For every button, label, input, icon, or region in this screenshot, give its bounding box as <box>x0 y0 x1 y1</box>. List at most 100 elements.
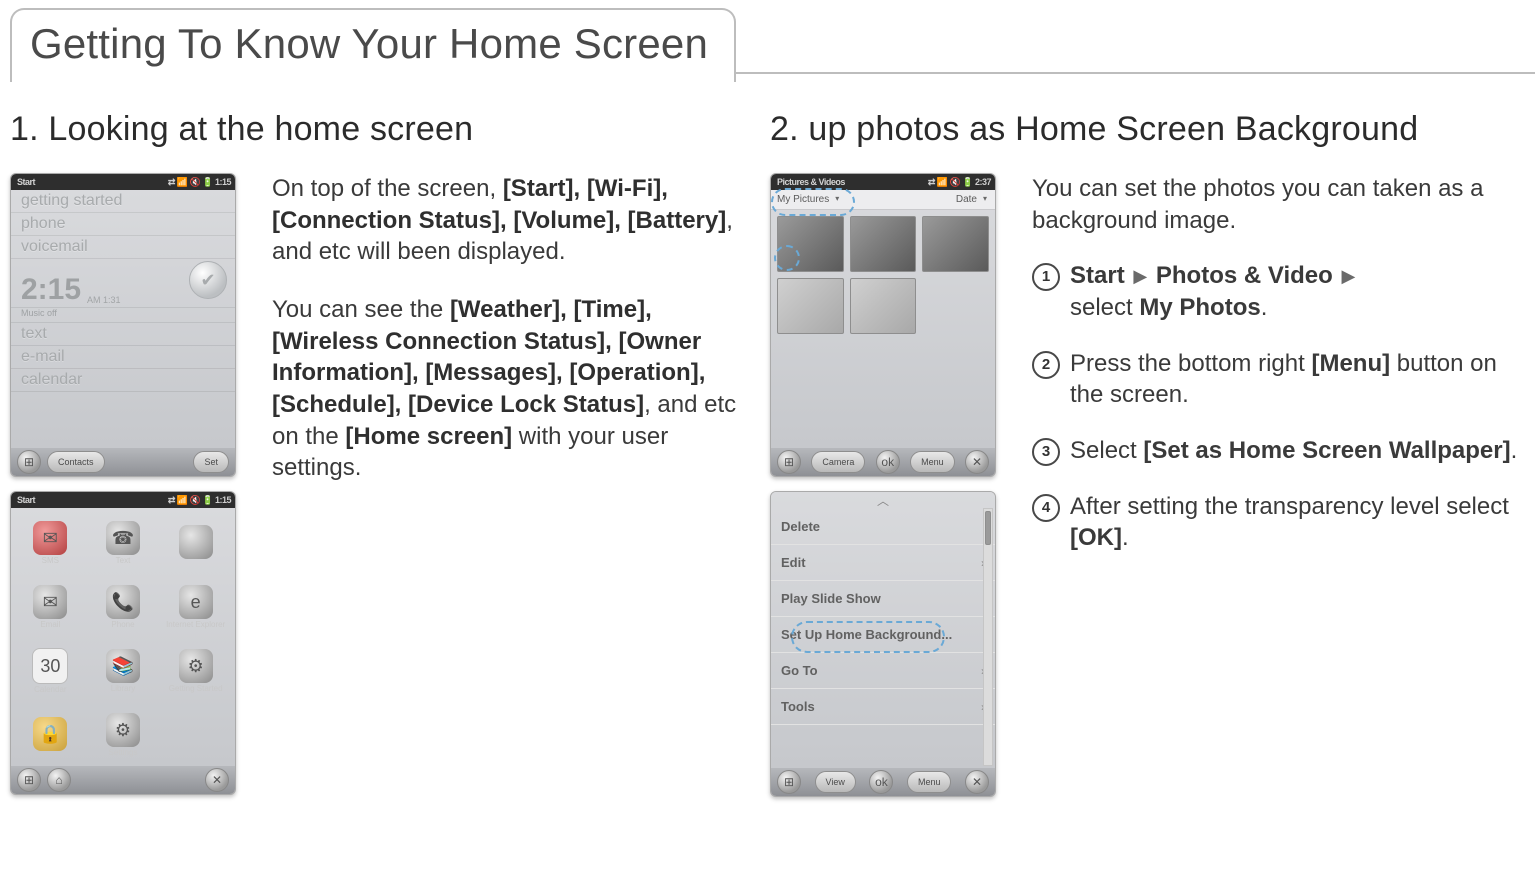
grid-cell: 📚Library <box>88 640 159 702</box>
app-label: Internet Explorer <box>166 621 225 629</box>
home-item: e-mail <box>11 346 235 369</box>
step-text: Start ▶ Photos & Video ▶ select My Photo… <box>1070 260 1357 323</box>
section-2-heading: 2. up photos as Home Screen Background <box>770 110 1535 149</box>
page-title: Getting To Know Your Home Screen <box>30 20 708 68</box>
para-2: You can see the [Weather], [Time], [Wire… <box>272 294 750 484</box>
section-2-phones: Pictures & Videos ⇄ 📶 🔇 🔋 2:37 My Pictur… <box>770 173 1008 797</box>
steps-list: 1 Start ▶ Photos & Video ▶ select My Pho… <box>1032 260 1535 554</box>
para-2-bold-2: [Home screen] <box>345 423 512 450</box>
menu-item-set-home-bg: Set Up Home Background... <box>771 617 995 653</box>
step-number-icon: 2 <box>1032 351 1060 379</box>
step4-pre: After setting the transparency level sel… <box>1070 493 1509 520</box>
scrollbar <box>983 508 993 766</box>
home-item: getting started <box>11 190 235 213</box>
menu-item-label: Edit <box>781 555 806 570</box>
thumbnail <box>777 278 844 334</box>
phone-home-bottombar: ⊞ Contacts Set <box>11 448 235 476</box>
section-2-row: Pictures & Videos ⇄ 📶 🔇 🔋 2:37 My Pictur… <box>770 173 1535 797</box>
calendar-icon: 30 <box>32 648 68 684</box>
weather-icon: ✔ <box>189 261 227 299</box>
app-icon: ⚙ <box>106 713 140 747</box>
start-icon: ⊞ <box>777 770 801 794</box>
grid-cell: ✉Email <box>15 576 86 638</box>
contacts-pill: Contacts <box>47 451 105 473</box>
section-1-text: On top of the screen, [Start], [Wi-Fi], … <box>272 173 750 795</box>
menu-list: Delete Edit› Play Slide Show Set Up Home… <box>771 509 995 768</box>
section-2: 2. up photos as Home Screen Background P… <box>770 110 1535 797</box>
app-icon: 📚 <box>106 649 140 683</box>
app-icon: ⚙ <box>179 649 213 683</box>
callout-circle <box>774 245 800 271</box>
pv-sort-label: Date <box>956 194 977 205</box>
chevron-down-icon: ▾ <box>983 194 987 203</box>
thumbnail <box>777 216 844 272</box>
start-icon: ⊞ <box>17 768 41 792</box>
menu-up-icon: ︿ <box>771 492 995 509</box>
topbar-icons: ⇄ 📶 🔇 🔋 1:15 <box>168 495 231 506</box>
section-2-intro: You can set the photos you can taken as … <box>1032 173 1535 236</box>
app-label: SMS <box>42 557 59 565</box>
step3-post: . <box>1511 437 1518 464</box>
arrow-right-icon: ▶ <box>1133 265 1147 289</box>
home-time: 2:15 <box>21 275 81 305</box>
grid-cell: ☎Text <box>88 512 159 574</box>
columns: 1. Looking at the home screen Start ⇄ 📶 … <box>10 110 1535 797</box>
menu-item-slideshow: Play Slide Show <box>771 581 995 617</box>
menu-pill: Menu <box>907 771 952 793</box>
app-icon: ✉ <box>33 585 67 619</box>
home-item: calendar <box>11 369 235 392</box>
step-number-icon: 4 <box>1032 494 1060 522</box>
menu-pill: Menu <box>910 451 955 473</box>
scrollbar-thumb <box>985 511 991 545</box>
phone-grid-bottombar: ⊞ ⌂ ✕ <box>11 766 235 794</box>
document-page: Getting To Know Your Home Screen 1. Look… <box>0 0 1535 809</box>
para-2-pre: You can see the <box>272 296 450 323</box>
step1-bold1: Start <box>1070 262 1125 289</box>
view-pill: View <box>815 771 856 793</box>
app-icon: 🔒 <box>33 717 67 751</box>
step-number-icon: 3 <box>1032 438 1060 466</box>
pv-sort-dropdown: Date ▾ <box>956 194 989 205</box>
phone-menu-body: ︿ Delete Edit› Play Slide Show Set Up Ho… <box>771 492 995 768</box>
topbar-left: Start <box>15 177 35 187</box>
thumbnail <box>922 216 989 272</box>
step-text: Press the bottom right [Menu] button on … <box>1070 348 1535 411</box>
menu-item-label: Set Up Home Background... <box>781 627 952 642</box>
pv-thumbs <box>771 210 995 448</box>
close-icon: ✕ <box>965 450 989 474</box>
home-item: voicemail <box>11 236 235 259</box>
phone-photos-bottombar: ⊞ Camera ok Menu ✕ <box>771 448 995 476</box>
phone-grid-body: ✉SMS ☎Text ✉Email 📞Phone eInternet Explo… <box>11 508 235 766</box>
step-text: Select [Set as Home Screen Wallpaper]. <box>1070 435 1517 467</box>
section-2-text: You can set the photos you can taken as … <box>1032 173 1535 797</box>
home-time-meridiem: AM 1:31 <box>87 295 121 305</box>
step1-bold3: My Photos <box>1139 294 1260 321</box>
section-1-row: Start ⇄ 📶 🔇 🔋 1:15 getting started phone… <box>10 173 750 795</box>
step-1: 1 Start ▶ Photos & Video ▶ select My Pho… <box>1032 260 1535 323</box>
page-title-tab: Getting To Know Your Home Screen <box>10 8 736 82</box>
topbar-icons: ⇄ 📶 🔇 🔋 1:15 <box>168 177 231 188</box>
menu-item-label: Delete <box>781 519 820 534</box>
ok-icon: ok <box>876 450 900 474</box>
menu-item-label: Play Slide Show <box>781 591 881 606</box>
grid-cell: 30Calendar <box>15 640 86 702</box>
pv-toolbar: My Pictures ▾ Date ▾ <box>771 190 995 210</box>
step3-bold: [Set as Home Screen Wallpaper] <box>1143 437 1510 464</box>
step-text: After setting the transparency level sel… <box>1070 491 1535 554</box>
thumbnail <box>850 216 917 272</box>
menu-item-goto: Go To› <box>771 653 995 689</box>
app-icon: ✉ <box>33 521 67 555</box>
topbar-icons: ⇄ 📶 🔇 🔋 2:37 <box>928 177 991 188</box>
phone-menu: ︿ Delete Edit› Play Slide Show Set Up Ho… <box>770 491 996 797</box>
home-icon: ⌂ <box>47 768 71 792</box>
para-1-pre: On top of the screen, <box>272 175 503 202</box>
step4-bold: [OK] <box>1070 524 1122 551</box>
app-icon <box>179 525 213 559</box>
step-number-icon: 1 <box>1032 263 1060 291</box>
step-4: 4 After setting the transparency level s… <box>1032 491 1535 554</box>
menu-item-tools: Tools› <box>771 689 995 725</box>
ok-icon: ok <box>869 770 893 794</box>
home-sub: Music off <box>11 308 235 323</box>
close-icon: ✕ <box>205 768 229 792</box>
app-icon: 📞 <box>106 585 140 619</box>
